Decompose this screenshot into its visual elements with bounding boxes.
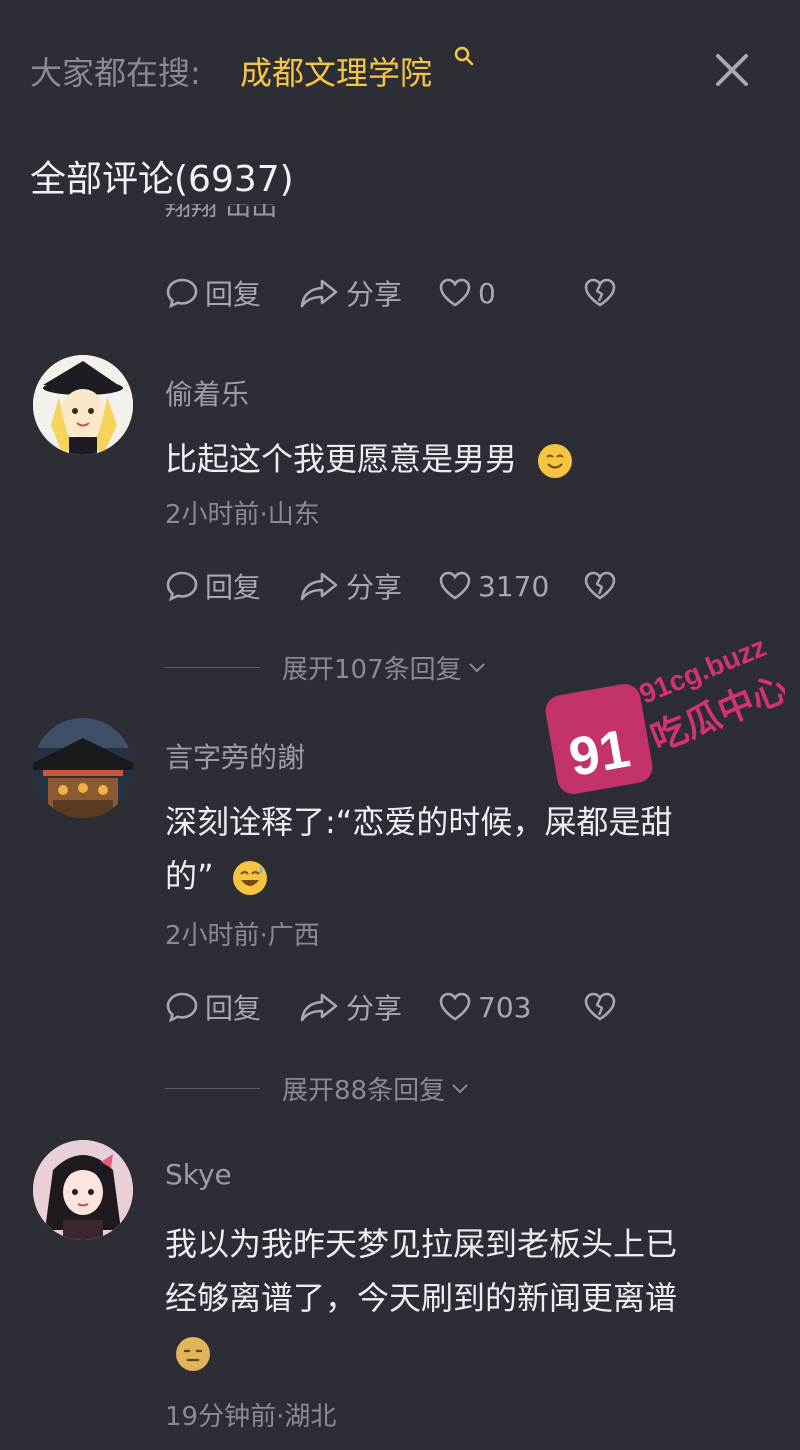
heart-icon [439, 992, 471, 1021]
share-icon [300, 572, 338, 601]
comment-actions: 回复 分享 3170 [165, 566, 623, 606]
share-button[interactable]: 分享 [300, 273, 438, 313]
share-icon [300, 993, 338, 1022]
avatar-illustration [33, 1140, 133, 1240]
expand-replies[interactable]: 展开88条回复 [165, 1068, 471, 1108]
comment-actions: 回复 分享 703 [165, 987, 623, 1027]
partial-comment-fragment: 翔翔 出出 [165, 204, 278, 222]
dislike-button[interactable] [583, 276, 623, 310]
reply-button[interactable]: 回复 [165, 987, 300, 1027]
divider-line [165, 1087, 260, 1089]
laugh-sweat-emoji-icon [232, 861, 267, 895]
avatar[interactable] [33, 718, 133, 818]
reply-icon [166, 992, 198, 1023]
reply-button[interactable]: 回复 [165, 273, 300, 313]
reply-button[interactable]: 回复 [165, 566, 300, 606]
comment-meta: 2小时前·山东 [165, 500, 320, 530]
comment-username[interactable]: Skye [165, 1158, 232, 1191]
like-button[interactable]: 0 [438, 276, 583, 310]
close-icon[interactable] [710, 48, 754, 92]
smile-emoji-icon [538, 444, 573, 478]
trending-search-term[interactable]: 成都文理学院 [240, 48, 432, 94]
search-icon[interactable] [452, 44, 478, 70]
broken-heart-icon [584, 992, 616, 1021]
chevron-down-icon [452, 1084, 468, 1094]
comment-username[interactable]: 偷着乐 [165, 373, 249, 413]
watermark-badge-number: 91 [565, 718, 635, 788]
comments-count-title: 全部评论(6937) [30, 159, 294, 200]
like-count: 0 [478, 276, 496, 310]
avatar[interactable] [33, 1140, 133, 1240]
dislike-button[interactable] [583, 990, 623, 1024]
share-icon [300, 279, 338, 308]
dislike-button[interactable] [583, 569, 623, 603]
like-count: 3170 [478, 569, 550, 603]
broken-heart-icon [584, 571, 616, 600]
share-button[interactable]: 分享 [300, 566, 438, 606]
speechless-emoji-icon [176, 1337, 210, 1371]
comment-text: 我以为我昨天梦见拉屎到老板头上已 经够离谱了，今天刷到的新闻更离谱 [165, 1217, 745, 1379]
comment-meta: 19分钟前·湖北 [165, 1402, 337, 1432]
avatar[interactable] [33, 355, 133, 455]
broken-heart-icon [584, 278, 616, 307]
partial-comment-text: 翔翔 出出 [165, 204, 315, 228]
like-button[interactable]: 703 [438, 990, 583, 1024]
comment-meta: 2小时前·广西 [165, 921, 320, 951]
trending-search-label: 大家都在搜: [30, 54, 201, 92]
avatar-illustration [33, 355, 133, 455]
heart-icon [439, 278, 471, 307]
comment-username[interactable]: 言字旁的謝 [165, 736, 305, 776]
avatar-illustration [33, 718, 133, 818]
divider-line [165, 666, 260, 668]
share-button[interactable]: 分享 [300, 987, 438, 1027]
comment-text: 比起这个我更愿意是男男 [165, 432, 745, 486]
like-count: 703 [478, 990, 532, 1024]
reply-icon [166, 278, 198, 309]
reply-icon [166, 571, 198, 602]
chevron-down-icon [468, 663, 485, 673]
expand-replies[interactable]: 展开107条回复 [165, 647, 488, 687]
like-button[interactable]: 3170 [438, 569, 583, 603]
watermark-logo: 91 91cg.buzz 吃瓜中心 [545, 631, 785, 795]
heart-icon [439, 571, 471, 600]
comment-actions: 回复 分享 0 [165, 273, 623, 313]
